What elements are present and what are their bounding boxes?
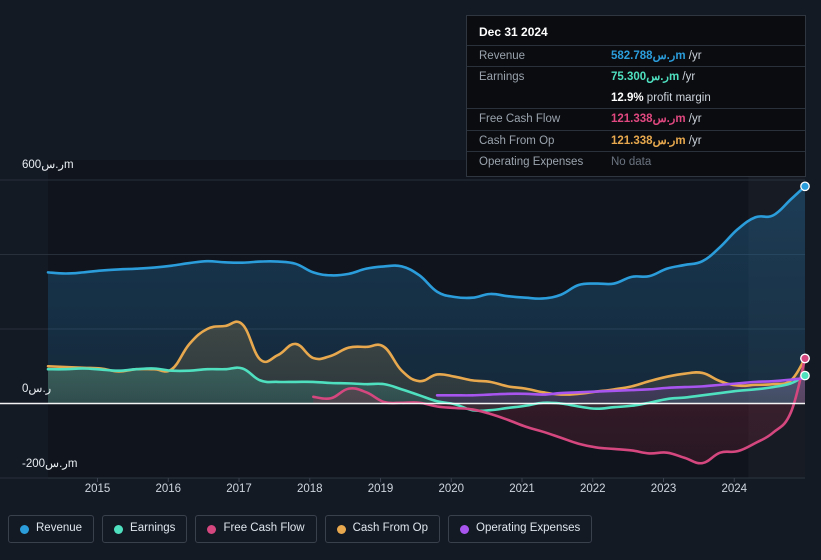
tooltip-row-value: 75.300ر.سm /yr [611,70,695,84]
tooltip-row-label: Cash From Op [479,134,555,147]
legend-item-label: Earnings [130,522,176,535]
x-axis-tick-2021: 2021 [509,483,535,495]
tooltip-row-value: No data [611,155,651,169]
x-axis-tick-2023: 2023 [650,483,677,495]
tooltip-value-number: 121.338ر.سm [611,134,686,147]
tooltip-value-number: 12.9% [611,91,644,104]
tooltip-row: Operating Expenses No data [467,150,805,172]
tooltip-row: Earnings 75.300ر.سm /yr [467,66,805,87]
tooltip-value-number: 582.788ر.سm [611,50,686,62]
tooltip-value-unit: /yr [679,71,696,84]
tooltip-row-label: Revenue [479,50,526,62]
tooltip-value-unit: /yr [685,113,702,126]
tooltip-value-number: 75.300ر.سm [611,71,680,84]
legend-color-dot-icon [114,524,124,534]
legend-color-dot-icon [207,524,217,534]
legend-item-cash-from-op[interactable]: Cash From Op [324,515,441,543]
legend-color-dot-icon [460,524,470,534]
tooltip-rows: Revenue 582.788ر.سm /yr Earnings 75.300ر.سm… [467,45,805,172]
x-axis-tick-2015: 2015 [84,483,111,495]
tooltip-value-unit: profit margin [643,91,711,104]
legend-item-label: Revenue [36,522,83,535]
x-axis-tick-2016: 2016 [155,483,182,495]
tooltip-row-label: Operating Expenses [479,155,584,168]
financial-chart-app: 600ر.سm 0ر.س -200ر.سm 2015 2016 2017 2018 20… [0,0,821,560]
tooltip-row-value: 121.338ر.سm /yr [611,134,702,148]
y-axis-label-bottom: -200ر.سm [22,458,78,470]
tooltip-row: 12.9% profit margin [467,88,805,108]
x-axis-tick-2018: 2018 [296,483,323,495]
tooltip-row: Revenue 582.788ر.سm /yr [467,45,805,66]
x-axis-tick-2022: 2022 [579,483,606,495]
tooltip-value-unit: /yr [685,50,702,62]
legend-color-dot-icon [336,524,346,534]
y-axis-label-zero: 0ر.س [22,383,52,395]
tooltip-value-unit: /yr [685,134,702,147]
x-axis-tick-2024: 2024 [721,483,748,495]
tooltip-row-value: 121.338ر.سm /yr [611,112,702,126]
legend-item-label: Operating Expenses [476,522,581,535]
y-axis-label-top: 600ر.سm [22,159,74,171]
legend-color-dot-icon [20,524,29,534]
tooltip-value-number: 121.338ر.سm [611,113,686,126]
legend-item-free-cash-flow[interactable]: Free Cash Flow [195,515,317,543]
x-axis-tick-2020: 2020 [438,483,465,495]
chart-legend: Revenue Earnings Free Cash Flow Cash From O… [8,515,593,543]
tooltip-row-label: Free Cash Flow [479,113,561,126]
tooltip-date: Dec 31 2024 [479,25,548,39]
legend-item-earnings[interactable]: Earnings [102,515,188,543]
legend-item-revenue[interactable]: Revenue [8,515,95,543]
legend-item-operating-expenses[interactable]: Operating Expenses [448,515,593,543]
tooltip-row-value: 12.9% profit margin [611,91,711,105]
chart-tooltip: Dec 31 2024 Revenue 582.788ر.سm /yr Earnin… [466,15,806,178]
legend-item-label: Free Cash Flow [223,522,305,535]
x-axis-tick-2019: 2019 [367,483,394,495]
tooltip-value-number: No data [611,155,652,168]
tooltip-row: Cash From Op 121.338ر.سm /yr [467,129,805,151]
legend-item-label: Cash From Op [352,522,429,535]
x-axis-tick-2017: 2017 [226,483,252,495]
tooltip-row-value: 582.788ر.سm /yr [611,49,702,63]
tooltip-row-label: Earnings [479,71,525,84]
tooltip-row: Free Cash Flow 121.338ر.سm /yr [467,108,805,129]
